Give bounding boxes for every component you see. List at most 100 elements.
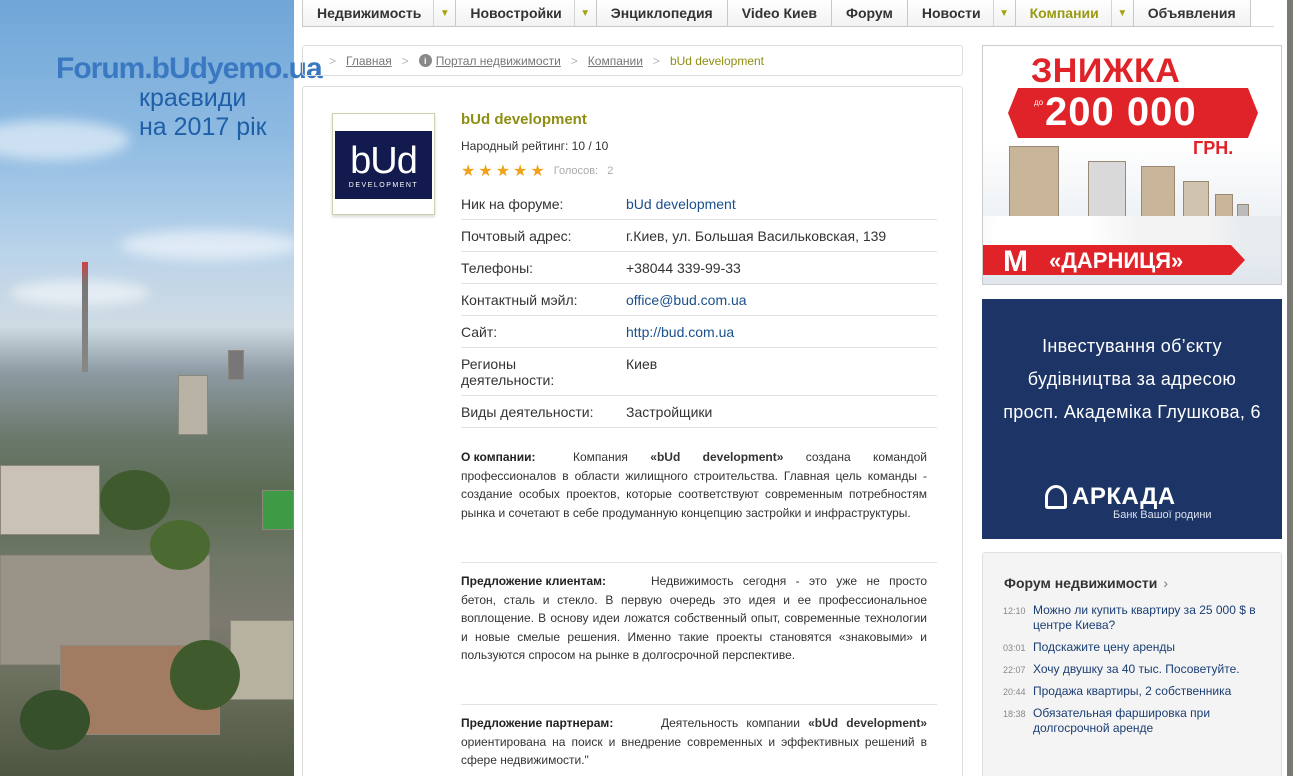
rating-label: Народный рейтинг: [461,139,569,153]
breadcrumb-separator: > [329,53,337,68]
arkada-bank-slogan: Банк Вашої родини [1113,509,1212,521]
forum-link[interactable]: Продажа квартиры, 2 собственника [1033,684,1268,699]
email-link[interactable]: office@bud.com.ua [626,292,937,308]
nav-news[interactable]: Новости ▼ [906,0,1016,27]
breadcrumb-companies[interactable]: Компании [588,54,643,68]
tagline-line-1: краєвиди [139,84,247,112]
info-key: Почтовый адрес: [461,228,572,244]
chevron-down-icon[interactable]: ▼ [992,0,1015,26]
nav-forum[interactable]: Форум [831,0,908,27]
clients-section: Предложение клиентам: Недвижимость сегодн… [461,572,927,665]
info-row: Контактный мэйл: office@bud.com.ua [461,284,937,316]
forum-item: 03:01 Подскажите цену аренды [1003,640,1268,655]
info-key: Сайт: [461,324,498,340]
website-link[interactable]: http://bud.com.ua [626,324,937,340]
arkada-logo: АРКАДА [1045,483,1176,511]
rating-value: 10 / 10 [571,139,609,153]
star-icon[interactable]: ★ [513,161,527,181]
ad2-line: просп. Академіка Глушкова, 6 [1003,402,1261,422]
nav-new-buildings[interactable]: Новостройки ▼ [455,0,597,27]
star-icon[interactable]: ★ [461,161,475,181]
arkada-mark-icon [1045,485,1067,509]
forum-title[interactable]: Форум недвижимости › [1004,575,1168,591]
rating-stars[interactable]: ★ ★ ★ ★ ★ Голосов: 2 [461,161,613,181]
ad-metro-name: «ДАРНИЦЯ» [1049,248,1184,273]
ad-banner-darnytsia[interactable]: ЗНИЖКА до 200 000 ГРН. M «ДАРНИЦЯ» [982,45,1282,285]
chevron-down-icon[interactable]: ▼ [433,0,455,26]
star-icon[interactable]: ★ [496,161,510,181]
activity-value: Застройщики [626,404,713,420]
forum-time: 18:38 [1003,709,1026,719]
ad2-text: Інвестування об’єкту будівництва за адре… [982,330,1282,429]
about-company-name: «bUd development» [650,450,784,464]
forum-link[interactable]: Обязательная фаршировка при долгосрочной… [1033,706,1268,736]
forum-item: 18:38 Обязательная фаршировка при долгоср… [1003,706,1268,736]
forum-link[interactable]: Можно ли купить квартиру за 25 000 $ в ц… [1033,603,1268,633]
forum-nick-link[interactable]: bUd development [626,196,937,212]
right-background-strip [1287,0,1293,776]
forum-link[interactable]: Хочу двушку за 40 тыс. Посоветуйте. [1033,662,1268,677]
forum-item: 12:10 Можно ли купить квартиру за 25 000 … [1003,603,1268,633]
partners-company-name: «bUd development» [808,716,927,730]
breadcrumb-separator: > [401,53,409,68]
ad2-line: Інвестування об’єкту [1042,336,1222,356]
partners-text: Деятельность компании [661,716,809,730]
nav-encyclopedia[interactable]: Энциклопедия [595,0,728,27]
top-navigation: Недвижимость ▼ Новостройки ▼ Энциклопедия … [302,0,1274,27]
ad-discount-text: ЗНИЖКА [1031,52,1181,90]
postal-address: г.Киев, ул. Большая Васильковская, 139 [626,228,887,244]
clients-heading: Предложение клиентам: [461,574,607,588]
breadcrumb-current: bUd development [669,53,764,68]
info-row: Регионы деятельности: Киев [461,348,937,396]
star-icon[interactable]: ★ [478,161,492,181]
forum-link[interactable]: Подскажите цену аренды [1033,640,1268,655]
nav-video-kiev[interactable]: Video Киев [726,0,833,27]
nav-ads[interactable]: Объявления [1132,0,1251,27]
brand-tagline: краєвиди на 2017 рік [139,84,267,142]
logo-subtext: DEVELOPMENT [348,181,419,189]
forum-list: 12:10 Можно ли купить квартиру за 25 000 … [1003,603,1268,743]
partners-text-rest: ориентирована на поиск и внедрение совре… [461,734,927,768]
breadcrumb-separator: > [652,53,660,68]
about-heading: О компании: [461,450,536,464]
forum-item: 20:44 Продажа квартиры, 2 собственника [1003,684,1268,699]
star-icon[interactable]: ★ [530,161,544,181]
ad2-line: будівництва за адресою [1027,369,1237,389]
info-row: Ник на форуме: bUd development [461,188,937,220]
info-icon: i [418,54,432,67]
ad-banner-arkada[interactable]: Інвестування об’єкту будівництва за адре… [982,299,1282,539]
partners-heading: Предложение партнерам: [461,716,614,730]
company-logo: bUd DEVELOPMENT [332,113,435,215]
info-row: Телефоны: +38044 339-99-33 [461,252,937,284]
company-card: bUd DEVELOPMENT bUd development Народный… [302,86,963,776]
logo-text: bUd [350,139,418,182]
ad-upto: до [1034,98,1044,107]
forum-time: 22:07 [1003,665,1026,675]
chevron-down-icon[interactable]: ▼ [1110,0,1133,26]
forum-time: 03:01 [1003,643,1026,653]
info-key: Ник на форуме: [461,196,564,212]
ad-amount: 200 000 [1045,90,1197,134]
breadcrumb-home[interactable]: Главная [346,54,392,68]
breadcrumb-portal[interactable]: Портал недвижимости [436,54,561,68]
info-key: Контактный мэйл: [461,292,578,308]
info-key: Виды деятельности: [461,404,594,420]
chevron-right-icon[interactable]: › [1163,575,1168,591]
chevron-down-icon[interactable]: ▼ [573,0,596,26]
nav-realty[interactable]: Недвижимость ▼ [302,0,457,27]
info-row: Почтовый адрес: г.Киев, ул. Большая Васил… [461,220,937,252]
about-section: О компании: Компания «bUd development» со… [461,448,927,522]
arkada-name: АРКАДА [1072,483,1176,510]
tv-tower [82,262,88,372]
metro-icon: M [1003,245,1028,278]
partners-section: Предложение партнерам: Деятельность компа… [461,714,927,770]
forum-widget: Форум недвижимости › 12:10 Можно ли купить… [982,552,1282,776]
breadcrumb-separator: > [570,53,578,68]
forum-time: 20:44 [1003,687,1026,697]
phone-number: +38044 339-99-33 [626,260,741,276]
info-key: Телефоны: [461,260,534,276]
votes-count: Голосов: 2 [553,165,614,177]
nav-companies[interactable]: Компании ▼ [1014,0,1134,27]
breadcrumb: > Главная > i Портал недвижимости > Комп… [302,45,963,76]
info-row: Виды деятельности: Застройщики [461,396,937,428]
